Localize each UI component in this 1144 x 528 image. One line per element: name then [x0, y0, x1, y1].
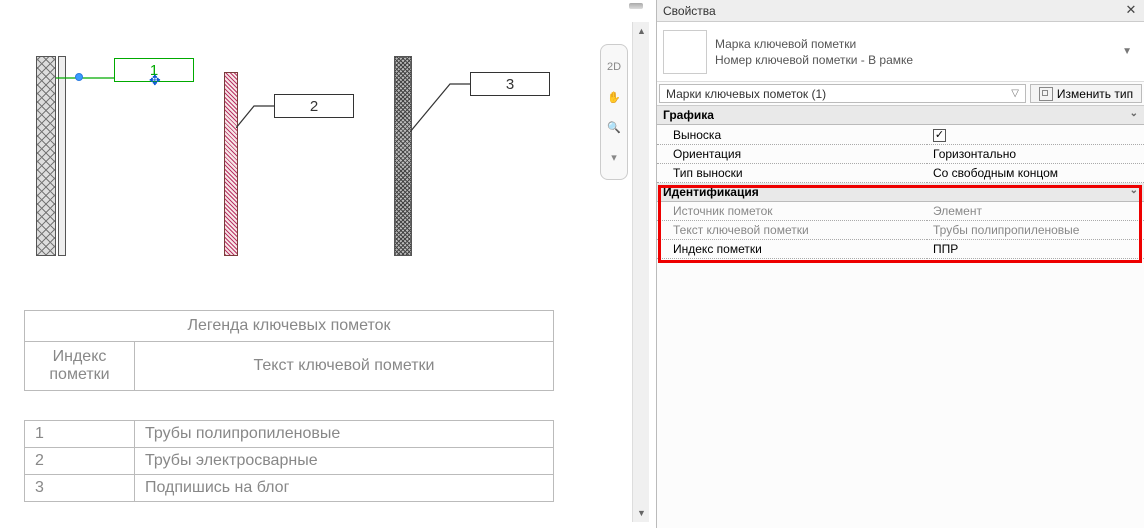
nav-hand-icon[interactable]: ✋ [602, 83, 626, 111]
instance-filter-dropdown[interactable]: Марки ключевых пометок (1) ▽ [659, 84, 1026, 103]
prop-source-label: Источник пометок [657, 202, 927, 221]
instance-filter-label: Марки ключевых пометок (1) [666, 87, 826, 101]
prop-keynote-text-label: Текст ключевой пометки [657, 221, 927, 240]
leader-line [410, 82, 472, 132]
edit-type-button[interactable]: Изменить тип [1030, 84, 1142, 103]
move-icon: ✥ [149, 73, 161, 87]
prop-orientation-label: Ориентация [657, 145, 927, 164]
collapse-icon[interactable]: ⌄ [1130, 108, 1138, 119]
collapse-icon[interactable]: ⌄ [1130, 185, 1138, 196]
prop-orientation-value[interactable]: Горизонтально [927, 145, 1144, 164]
nav-2d-icon[interactable]: 2D [602, 53, 626, 81]
tag-value: 2 [310, 98, 318, 115]
group-graphics[interactable]: Графика⌄ [657, 106, 1144, 125]
canvas-scrollbar[interactable]: ▲ ▼ [632, 22, 649, 522]
scroll-up-icon[interactable]: ▲ [633, 22, 650, 40]
table-row: 2Трубы электросварные [25, 448, 554, 475]
edit-type-label: Изменить тип [1057, 87, 1133, 101]
type-selector[interactable]: Марка ключевой пометки Номер ключевой по… [657, 22, 1144, 82]
checkbox-checked-icon: ✓ [933, 129, 946, 142]
group-identification[interactable]: Идентификация⌄ [657, 183, 1144, 202]
wall-layer-1 [36, 56, 56, 256]
properties-title: Свойства [663, 4, 716, 18]
wall-layer-2 [224, 72, 238, 256]
table-row: 3Подпишись на блог [25, 475, 554, 502]
prop-keynote-index-value[interactable]: ППР [927, 240, 1144, 259]
leader-endpoint-handle[interactable] [75, 73, 83, 81]
leader-line [236, 104, 276, 128]
keynote-tag-2[interactable]: 2 [274, 94, 354, 118]
close-icon[interactable]: ✕ [1122, 2, 1140, 18]
view-nav-toolbar: 2D ✋ 🔍 ▾ [600, 44, 628, 180]
chevron-down-icon[interactable]: ▼ [1122, 46, 1138, 57]
legend-col-index: Индекс пометки [25, 342, 135, 391]
model-canvas[interactable]: 1 ✥ 2 3 Легенда ключевых пометок Индекс … [0, 0, 656, 528]
legend-col-text: Текст ключевой пометки [135, 342, 554, 391]
chevron-down-icon: ▽ [1011, 88, 1019, 99]
keynote-legend-header: Легенда ключевых пометок Индекс пометки … [24, 310, 554, 391]
table-row: 1Трубы полипропиленовые [25, 421, 554, 448]
prop-source-value: Элемент [927, 202, 1144, 221]
keynote-tag-3[interactable]: 3 [470, 72, 550, 96]
nav-expand-icon[interactable]: ▾ [602, 143, 626, 171]
properties-panel: Свойства ✕ Марка ключевой пометки Номер … [656, 0, 1144, 528]
prop-keynote-text-value: Трубы полипропиленовые [927, 221, 1144, 240]
scroll-down-icon[interactable]: ▼ [633, 504, 650, 522]
wall-layer-1b [58, 56, 66, 256]
prop-leader-label: Выноска [657, 125, 927, 145]
keynote-legend-body: 1Трубы полипропиленовые 2Трубы электросв… [24, 420, 554, 502]
prop-leader-value[interactable]: ✓ [927, 125, 1144, 145]
edit-type-icon [1039, 87, 1053, 101]
properties-header[interactable]: Свойства ✕ [657, 0, 1144, 22]
prop-leader-type-value[interactable]: Со свободным концом [927, 164, 1144, 183]
properties-grid: Графика⌄ Выноска ✓ Ориентация Горизонтал… [657, 106, 1144, 259]
keynote-tag-1[interactable]: 1 ✥ [114, 58, 194, 82]
nav-zoom-icon[interactable]: 🔍 [602, 113, 626, 141]
type-thumbnail-icon [663, 30, 707, 74]
tag-value: 3 [506, 76, 514, 93]
type-family-label: Марка ключевой пометки [715, 36, 913, 52]
type-name-label: Номер ключевой пометки - В рамке [715, 52, 913, 68]
prop-keynote-index-label: Индекс пометки [657, 240, 927, 259]
legend-title: Легенда ключевых пометок [25, 311, 554, 342]
prop-leader-type-label: Тип выноски [657, 164, 927, 183]
panel-grip[interactable] [0, 0, 649, 12]
